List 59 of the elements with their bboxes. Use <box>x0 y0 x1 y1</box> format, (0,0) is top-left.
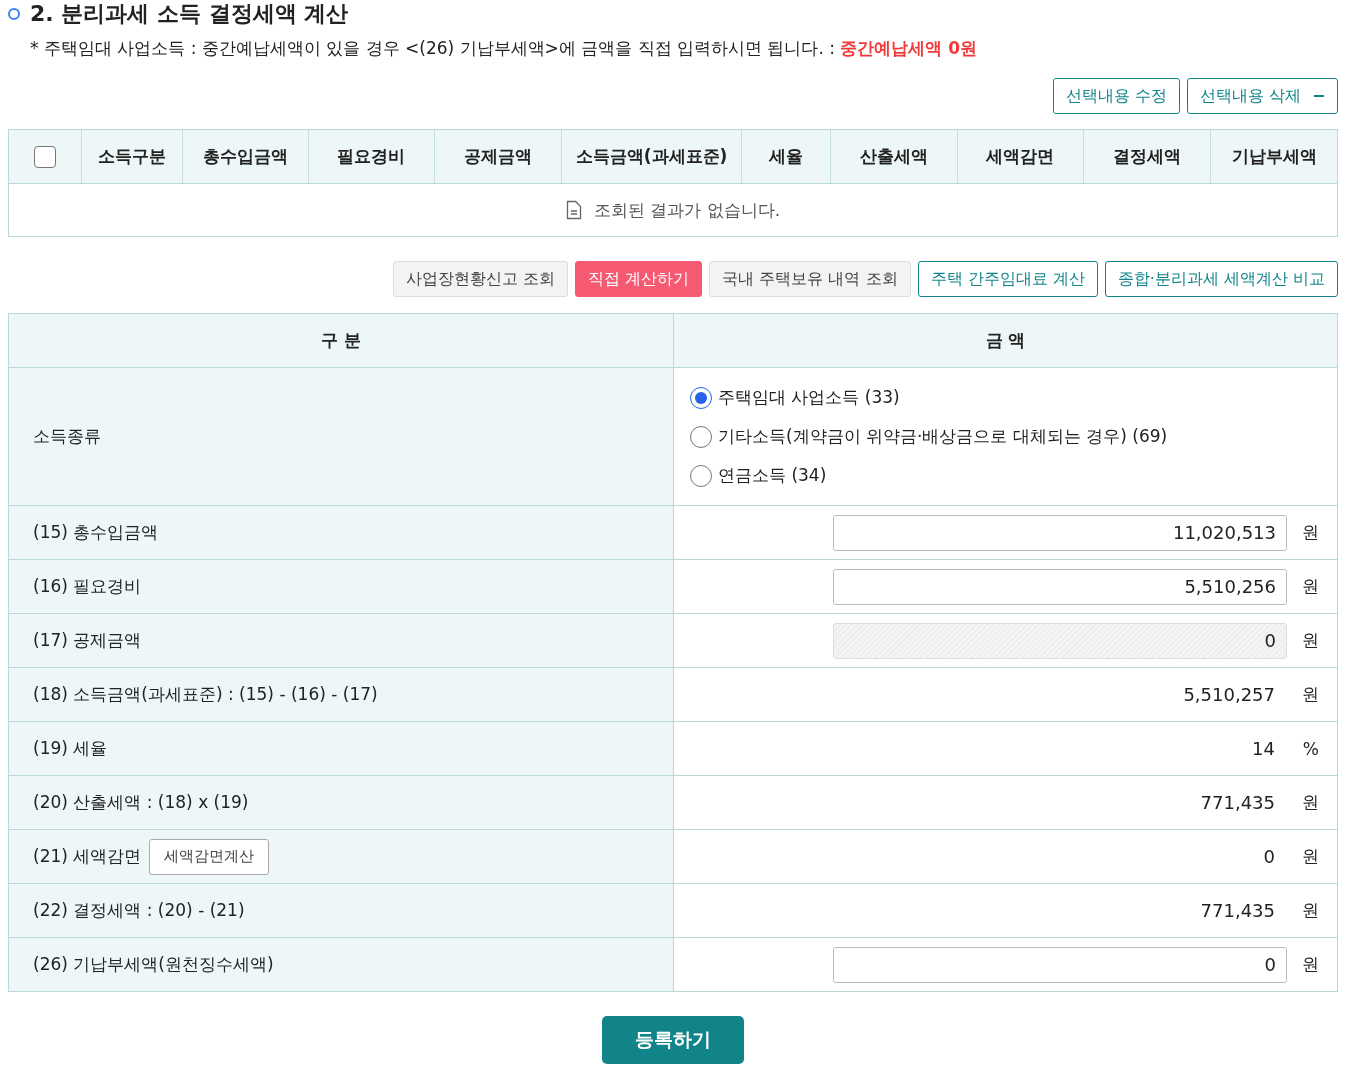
action-button[interactable]: 선택내용 수정 <box>1052 78 1180 114</box>
column-header: 산출세액 <box>859 145 928 168</box>
unit-label: 원 <box>1301 953 1319 976</box>
amount-field[interactable]: 5,510,256 <box>833 568 1287 605</box>
action-button[interactable]: 선택내용 삭제 <box>1186 78 1338 114</box>
radio-button[interactable] <box>690 425 712 448</box>
calculate-button[interactable]: 세액감면계산 <box>149 838 270 875</box>
row-label: (16) 필요경비 <box>33 575 142 598</box>
column-header: 소득금액(과세표준) <box>575 145 728 168</box>
row-label: (20) 산출세액 : (18) x (19) <box>33 791 249 814</box>
empty-message: 조회된 결과가 없습니다. <box>593 198 781 222</box>
unit-label: 원 <box>1301 791 1319 814</box>
toolbar-button[interactable]: 주택 간주임대료 계산 <box>917 261 1098 297</box>
radio-button[interactable] <box>690 464 712 487</box>
document-icon <box>565 200 582 220</box>
amount-value: 771,435 <box>1200 792 1275 813</box>
column-header: 세율 <box>768 145 803 168</box>
column-header: 세액감면 <box>986 145 1055 168</box>
column-header: 결정세액 <box>1113 145 1182 168</box>
toolbar-button[interactable]: 국내 주택보유 내역 조회 <box>709 261 911 297</box>
row-label: (17) 공제금액 <box>33 629 142 652</box>
row-label: (26) 기납부세액(원천징수세액) <box>33 953 274 976</box>
radio-label[interactable]: 주택임대 사업소득 (33) <box>718 386 900 409</box>
row-label: (15) 총수입금액 <box>33 521 159 544</box>
column-header: 소득구분 <box>97 145 166 168</box>
column-header: 기납부세액 <box>1231 145 1317 168</box>
row-label: 소득종류 <box>33 425 101 448</box>
amount-value: 0 <box>1263 846 1275 867</box>
row-label: (22) 결정세액 : (20) - (21) <box>33 899 245 922</box>
note-text: * 주택임대 사업소득 : 중간예납세액이 있을 경우 <(26) 기납부세액>에 금액을 직접 입력하시면 됩니다. : 중간예납세액 0원 <box>30 37 979 60</box>
unit-label: % <box>1301 738 1319 759</box>
unit-label: 원 <box>1301 899 1319 922</box>
unit-label: 원 <box>1301 845 1319 868</box>
amount-field[interactable]: 0 <box>833 946 1287 983</box>
section-title: 2. 분리과세 소득 결정세액 계산 <box>30 0 349 28</box>
radio-label[interactable]: 기타소득(계약금이 위약금·배상금으로 대체되는 경우) (69) <box>718 425 1168 448</box>
column-header: 금 액 <box>985 329 1026 352</box>
row-label: (18) 소득금액(과세표준) : (15) - (16) - (17) <box>33 683 378 706</box>
unit-label: 원 <box>1301 521 1319 544</box>
amount-field[interactable]: 11,020,513 <box>833 514 1287 551</box>
toolbar-button[interactable]: 사업장현황신고 조회 <box>393 261 569 297</box>
unit-label: 원 <box>1301 575 1319 598</box>
radio-button[interactable] <box>690 386 712 409</box>
amount-value: 14 <box>1252 738 1275 759</box>
unit-label: 원 <box>1301 629 1319 652</box>
amount-value: 5,510,257 <box>1183 684 1275 705</box>
column-header: 총수입금액 <box>202 145 288 168</box>
select-all-checkbox[interactable] <box>33 145 56 168</box>
unit-label: 원 <box>1301 683 1319 706</box>
row-label: (21) 세액감면 <box>33 845 142 868</box>
register-button[interactable]: 등록하기 <box>602 1016 744 1064</box>
toolbar-button[interactable]: 종합·분리과세 세액계산 비교 <box>1104 261 1338 297</box>
column-header: 필요경비 <box>337 145 406 168</box>
column-header: 구 분 <box>321 329 361 352</box>
amount-value: 771,435 <box>1200 900 1275 921</box>
radio-label[interactable]: 연금소득 (34) <box>718 464 827 487</box>
circle-bullet-icon <box>8 8 20 20</box>
row-label: (19) 세율 <box>33 737 108 760</box>
column-header: 공제금액 <box>464 145 533 168</box>
